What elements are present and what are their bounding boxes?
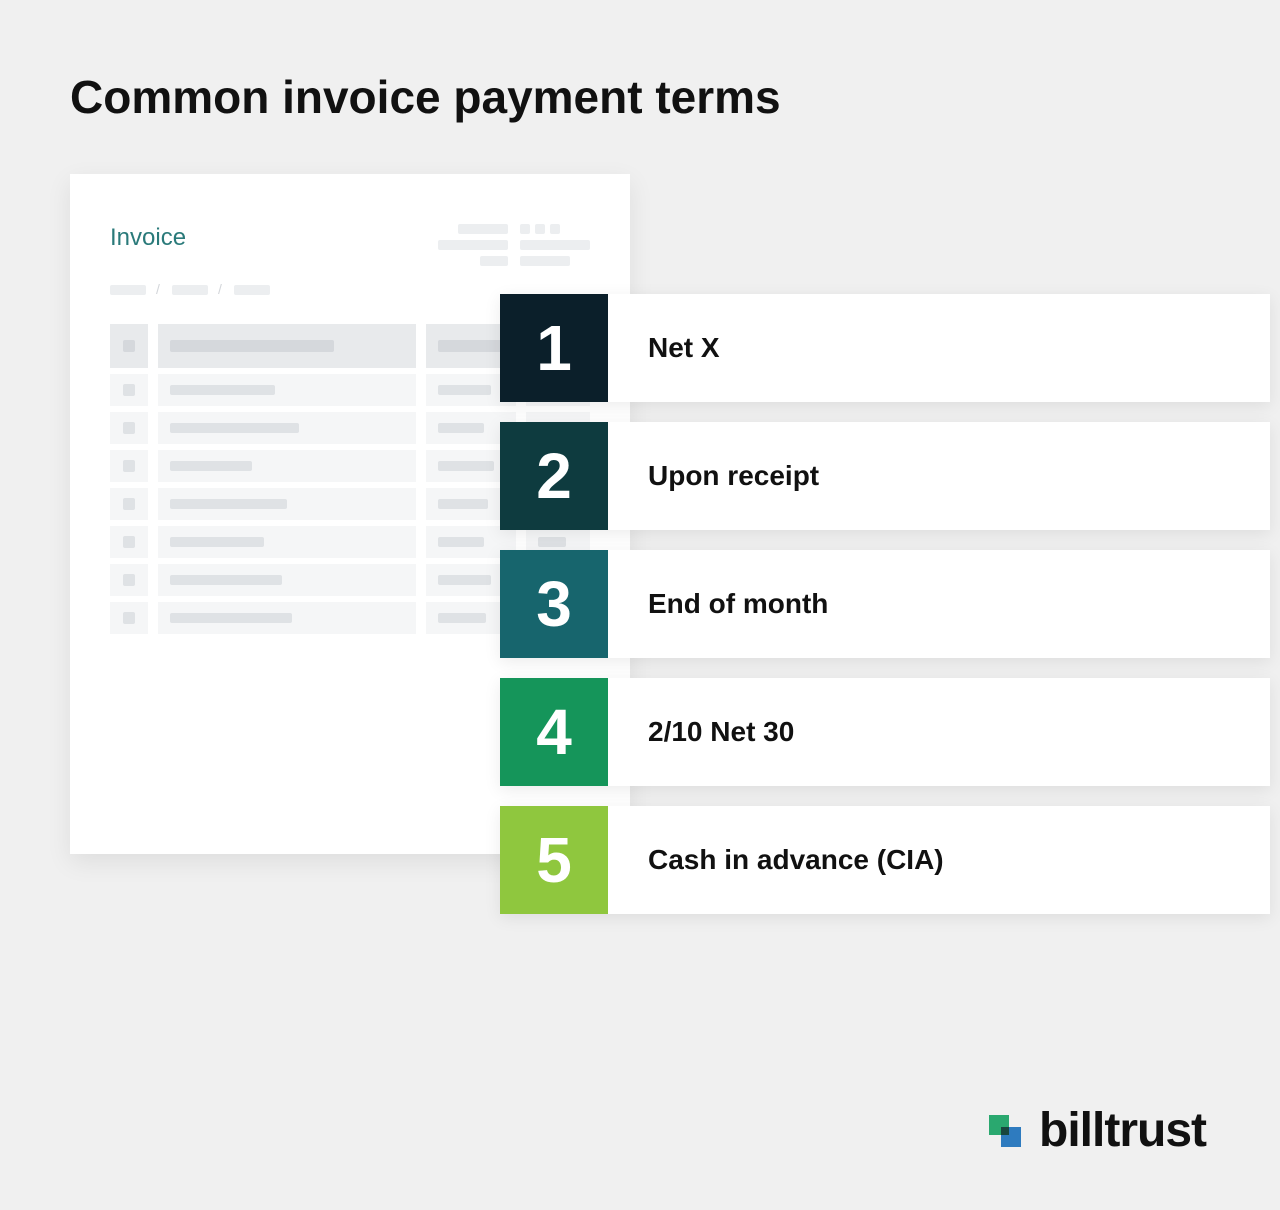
item-number: 1 [500,294,608,402]
page-title: Common invoice payment terms [70,70,1210,124]
brand-name: billtrust [1039,1103,1206,1158]
invoice-label: Invoice [110,224,186,252]
content-area: Invoice / / [70,174,1210,954]
item-label: 2/10 Net 30 [608,678,1270,786]
terms-list: 1 Net X 2 Upon receipt 3 End of month 4 … [500,294,1270,914]
item-label: Net X [608,294,1270,402]
invoice-meta-placeholder [438,224,590,266]
item-label: Upon receipt [608,422,1270,530]
list-item: 3 End of month [500,550,1270,658]
item-number: 2 [500,422,608,530]
brand-logo-icon [985,1111,1025,1151]
list-item: 2 Upon receipt [500,422,1270,530]
list-item: 4 2/10 Net 30 [500,678,1270,786]
item-label: End of month [608,550,1270,658]
list-item: 1 Net X [500,294,1270,402]
item-number: 5 [500,806,608,914]
list-item: 5 Cash in advance (CIA) [500,806,1270,914]
item-label: Cash in advance (CIA) [608,806,1270,914]
item-number: 3 [500,550,608,658]
brand: billtrust [985,1103,1206,1158]
item-number: 4 [500,678,608,786]
